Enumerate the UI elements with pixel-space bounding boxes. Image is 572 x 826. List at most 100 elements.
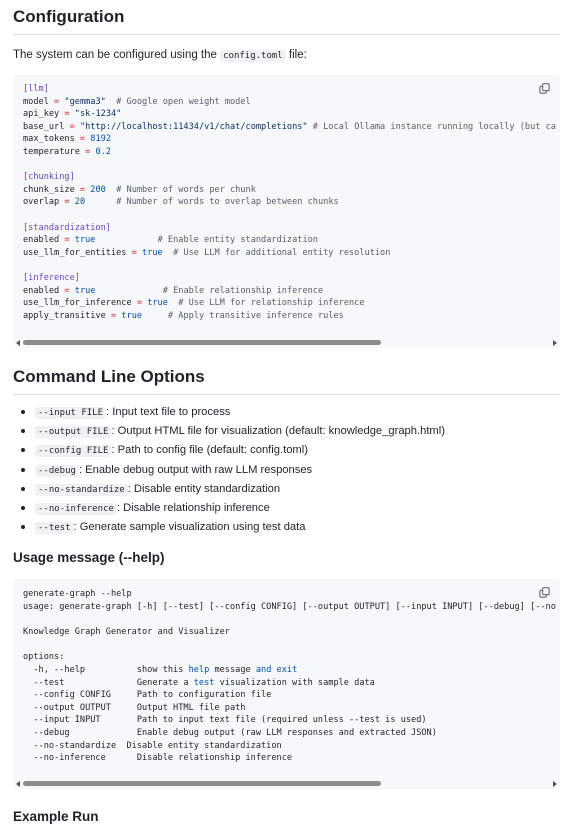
config-filename-code: config.toml xyxy=(220,50,286,62)
cli-option-item: --no-inference: Disable relationship inf… xyxy=(13,499,560,518)
code-token: # Use LLM for additional entity resoluti… xyxy=(173,247,391,258)
scroll-thumb[interactable] xyxy=(23,781,381,787)
scroll-left-arrow-icon[interactable] xyxy=(16,340,20,346)
code-token: apply_transitive xyxy=(23,310,111,321)
code-token: true xyxy=(121,310,143,321)
cli-flag-code: --debug xyxy=(35,464,79,477)
cli-flag-code: --config FILE xyxy=(35,445,112,458)
scroll-right-arrow-icon[interactable] xyxy=(553,340,557,346)
config-code-block[interactable]: [llm] model = "gemma3" # Google open wei… xyxy=(13,75,560,348)
code-token: "sk-1234" xyxy=(74,109,122,120)
code-token: 20 xyxy=(74,197,86,208)
copy-icon[interactable] xyxy=(539,83,550,94)
cli-option-item: --config FILE: Path to config file (defa… xyxy=(13,441,560,460)
code-token: options: xyxy=(23,652,65,663)
code-token: [inference] xyxy=(23,272,80,283)
code-token: = xyxy=(69,121,75,132)
cli-flag-code: --no-standardize xyxy=(35,483,128,496)
cli-option-item: --no-standardize: Disable entity standar… xyxy=(13,480,560,499)
code-token: max_tokens xyxy=(23,134,80,145)
usage-code: generate-graph --help usage: generate-gr… xyxy=(13,579,560,764)
code-token: use_llm_for_entities xyxy=(23,247,132,258)
usage-code-block[interactable]: generate-graph --help usage: generate-gr… xyxy=(13,579,560,790)
horizontal-scrollbar[interactable] xyxy=(13,338,560,348)
cli-option-description: : Output HTML file for visualization (de… xyxy=(111,425,445,438)
code-token: usage: generate-graph [-h] [--test] [--c… xyxy=(23,602,556,613)
cli-options-list: --input FILE: Input text file to process… xyxy=(13,403,560,537)
cli-option-item: --input FILE: Input text file to process xyxy=(13,403,560,422)
code-token: true xyxy=(147,298,168,309)
code-token: 8192 xyxy=(90,134,111,145)
cli-option-description: : Disable entity standardization xyxy=(127,482,281,495)
cli-flag-code: --no-inference xyxy=(35,503,117,516)
scroll-left-arrow-icon[interactable] xyxy=(16,781,20,788)
code-token: # Enable entity standardization xyxy=(157,235,318,246)
config-code: [llm] model = "gemma3" # Google open wei… xyxy=(13,75,560,322)
scroll-right-arrow-icon[interactable] xyxy=(553,781,557,788)
code-token: # Local Ollama instance running locally … xyxy=(312,121,556,132)
code-token: true xyxy=(74,235,96,246)
code-token: --no-inference Disable relationship infe… xyxy=(23,753,293,764)
code-token: = xyxy=(64,285,70,296)
code-token: # Enable relationship inference xyxy=(162,285,324,296)
code-token: overlap xyxy=(23,197,65,208)
code-token: api_key xyxy=(23,109,65,120)
command-line-options-heading: Command Line Options xyxy=(13,366,560,395)
code-token: enabled xyxy=(23,235,65,246)
code-token: = xyxy=(64,109,70,120)
code-token: = xyxy=(64,197,70,208)
cli-flag-code: --input FILE xyxy=(35,407,107,419)
code-token: help xyxy=(188,664,210,675)
code-token: message xyxy=(209,664,256,675)
horizontal-scrollbar[interactable] xyxy=(13,779,560,789)
cli-option-item: --debug: Enable debug output with raw LL… xyxy=(13,461,560,480)
cli-flag-code: --test xyxy=(35,522,74,535)
code-token: # Apply transitive inference rules xyxy=(167,310,344,321)
code-token: base_url xyxy=(23,121,70,132)
code-token: -h, --help show this xyxy=(23,664,189,675)
cli-option-description: : Input text file to process xyxy=(106,406,231,418)
code-token: generate-graph --help xyxy=(23,589,132,600)
code-token: # Google open weight model xyxy=(116,96,251,107)
code-token: --input INPUT Path to input text file (r… xyxy=(23,715,427,726)
configuration-heading: Configuration xyxy=(13,6,560,35)
code-token: [llm] xyxy=(23,84,49,94)
cli-option-description: : Enable debug output with raw LLM respo… xyxy=(78,463,313,476)
code-token: 200 xyxy=(90,184,106,195)
code-token: # Number of words per chunk xyxy=(116,184,256,195)
code-token: enabled xyxy=(23,285,65,296)
code-token: [standardization] xyxy=(23,222,111,233)
code-token: temperature xyxy=(23,146,86,157)
code-token: "http://localhost:11434/v1/chat/completi… xyxy=(79,121,308,132)
cli-option-item: --output FILE: Output HTML file for visu… xyxy=(13,422,560,441)
code-token: --debug Enable debug output (raw LLM res… xyxy=(23,727,437,738)
code-token: chunk_size xyxy=(23,184,80,195)
code-token: --test Generate a xyxy=(23,677,194,688)
cli-option-description: : Path to config file (default: config.t… xyxy=(111,444,308,457)
code-token: --no-standardize Disable entity standard… xyxy=(23,740,282,751)
code-token: [chunking] xyxy=(23,172,75,183)
code-token: --output OUTPUT Output HTML file path xyxy=(23,702,246,713)
config-intro: The system can be configured using the c… xyxy=(13,49,307,62)
code-token: --config CONFIG Path to configuration fi… xyxy=(23,690,272,701)
cli-option-description: : Disable relationship inference xyxy=(116,502,270,515)
example-run-heading: Example Run xyxy=(13,809,99,825)
code-token: and xyxy=(255,664,272,675)
copy-icon[interactable] xyxy=(539,587,550,599)
scroll-thumb[interactable] xyxy=(23,340,381,345)
readme-content: Configuration The system can be configur… xyxy=(0,0,572,826)
code-token: # Use LLM for relationship inference xyxy=(178,298,365,309)
code-token: = xyxy=(64,235,70,246)
code-token: test xyxy=(193,677,215,688)
code-token: # Number of words to overlap between chu… xyxy=(116,197,339,208)
code-token: 0.2 xyxy=(95,146,111,157)
